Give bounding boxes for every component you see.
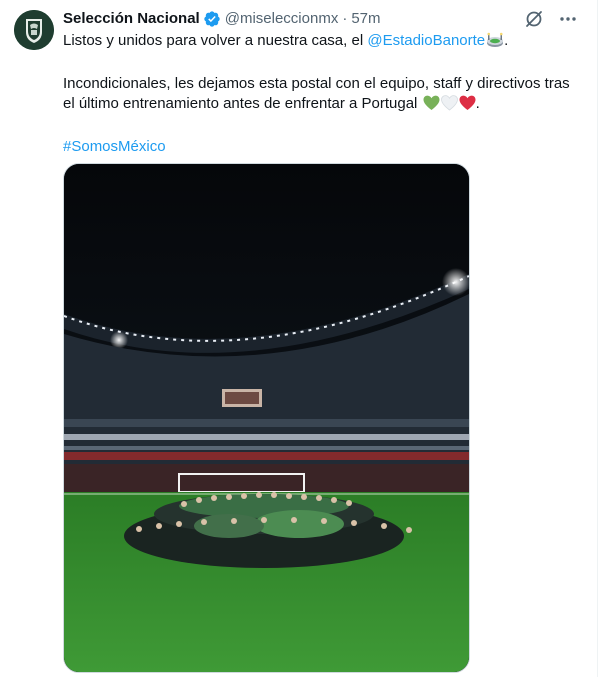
display-name[interactable]: Selección Nacional — [63, 9, 200, 29]
tweet-photo[interactable] — [63, 163, 470, 673]
stadium-team-photo — [64, 164, 469, 672]
hashtag-link[interactable]: #SomosMéxico — [63, 138, 166, 155]
timestamp[interactable]: 57m — [351, 9, 380, 29]
tweet-actions-top — [524, 9, 578, 29]
tweet-line-2: Incondicionales, les dejamos esta postal… — [63, 74, 578, 117]
tweet[interactable]: Selección Nacional @miseleccionmx · 57m — [0, 0, 598, 677]
tweet-text-segment: Listos y unidos para volver a nuestra ca… — [63, 32, 368, 49]
white-heart-icon — [440, 95, 458, 117]
tweet-text-segment: Incondicionales, les dejamos esta postal… — [63, 75, 570, 112]
tweet-line-1: Listos y unidos para volver a nuestra ca… — [63, 31, 578, 54]
stadium-emoji-icon — [486, 32, 504, 54]
tweet-header: Selección Nacional @miseleccionmx · 57m — [63, 9, 381, 29]
seleccion-crest-icon — [14, 10, 54, 50]
tweet-text-segment: . — [504, 32, 509, 49]
tweet-text-segment: . — [475, 95, 480, 112]
mention-link[interactable]: @EstadioBanorte — [367, 32, 485, 49]
red-heart-icon — [459, 95, 476, 117]
handle[interactable]: @miseleccionmx — [225, 9, 339, 29]
separator-dot: · — [342, 10, 348, 27]
tweet-line-3: #SomosMéxico — [63, 137, 578, 157]
verified-badge-icon — [203, 10, 221, 28]
avatar[interactable] — [14, 10, 54, 50]
tweet-text: Listos y unidos para volver a nuestra ca… — [63, 31, 578, 157]
more-icon[interactable] — [558, 9, 578, 29]
green-heart-icon — [423, 95, 440, 117]
grok-icon[interactable] — [524, 9, 544, 29]
